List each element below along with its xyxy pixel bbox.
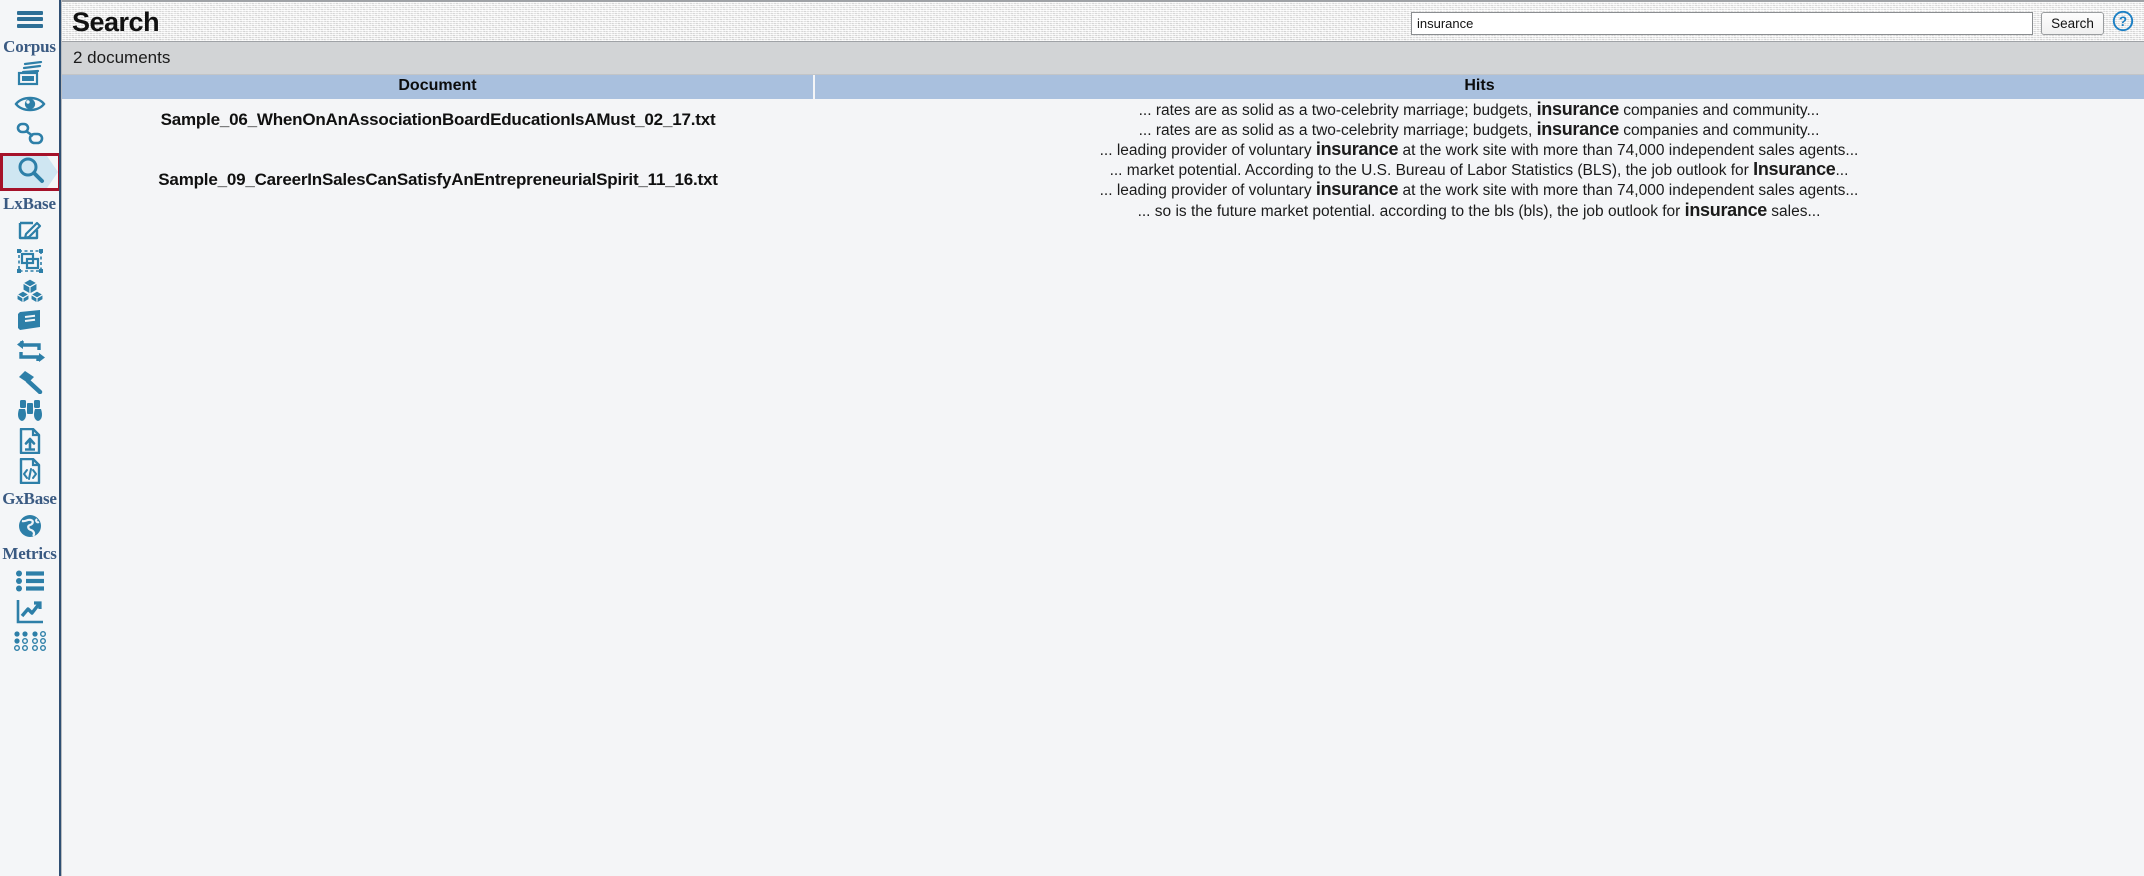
hit-term: insurance bbox=[1315, 138, 1399, 159]
refresh-sync-icon bbox=[15, 339, 45, 363]
link-chain-icon bbox=[15, 121, 45, 147]
sidebar-item-lxbase-explore[interactable] bbox=[0, 396, 59, 426]
column-header-hits[interactable]: Hits bbox=[814, 75, 2144, 100]
hit-snippet[interactable]: ... rates are as solid as a two-celebrit… bbox=[814, 98, 2144, 120]
hamburger-menu-button[interactable] bbox=[0, 0, 59, 34]
hit-snippet[interactable]: ... market potential. According to the U… bbox=[814, 160, 2144, 180]
list-bullets-icon bbox=[15, 570, 44, 592]
documents-stack-icon bbox=[15, 61, 45, 87]
table-row[interactable]: Sample_09_CareerInSalesCanSatisfyAnEntre… bbox=[62, 140, 2144, 221]
hammer-icon bbox=[16, 368, 44, 394]
hamburger-menu-icon bbox=[16, 23, 43, 28]
file-code-icon bbox=[18, 458, 42, 484]
hamburger-menu-icon bbox=[16, 10, 43, 15]
frames-select-icon bbox=[16, 248, 44, 274]
sidebar: Corpus LxBase GxBase Metrics bbox=[0, 0, 61, 876]
sidebar-item-lxbase-code[interactable] bbox=[0, 456, 59, 486]
hit-term: insurance bbox=[1536, 98, 1620, 119]
search-input[interactable] bbox=[1411, 11, 2033, 35]
book-icon bbox=[16, 309, 44, 333]
sidebar-item-corpus-documents[interactable] bbox=[0, 59, 59, 89]
sidebar-item-lxbase-frames[interactable] bbox=[0, 246, 59, 276]
search-area: Search ? bbox=[1411, 2, 2136, 44]
sidebar-item-metrics-list[interactable] bbox=[0, 566, 59, 596]
sidebar-item-lxbase-build[interactable] bbox=[0, 366, 59, 396]
sidebar-item-corpus-search[interactable] bbox=[0, 153, 59, 191]
hit-term: insurance bbox=[1315, 179, 1399, 200]
sidebar-item-lxbase-edit[interactable] bbox=[0, 216, 59, 246]
sidebar-item-lxbase-lexicon[interactable] bbox=[0, 306, 59, 336]
hit-term: insurance bbox=[1684, 199, 1768, 220]
eye-icon bbox=[13, 93, 46, 115]
table-row[interactable]: Sample_06_WhenOnAnAssociationBoardEducat… bbox=[62, 99, 2144, 140]
search-button[interactable]: Search bbox=[2041, 11, 2104, 35]
sidebar-item-lxbase-sync[interactable] bbox=[0, 336, 59, 366]
sidebar-group-label-metrics: Metrics bbox=[2, 544, 57, 563]
table-header-row: Document Hits bbox=[62, 75, 2144, 100]
hits-cell: ... leading provider of voluntary insura… bbox=[814, 140, 2144, 221]
column-header-document[interactable]: Document bbox=[62, 75, 815, 100]
results-table-body: Sample_06_WhenOnAnAssociationBoardEducat… bbox=[62, 99, 2144, 221]
cubes-icon bbox=[15, 278, 45, 304]
results-panel: Document Hits Sample_06_WhenOnAnAssociat… bbox=[62, 75, 2144, 221]
chart-trend-icon bbox=[16, 598, 44, 624]
question-circle-icon[interactable]: ? bbox=[2112, 10, 2134, 37]
hits-cell: ... rates are as solid as a two-celebrit… bbox=[814, 99, 2144, 140]
pencil-edit-icon bbox=[17, 219, 43, 243]
hamburger-menu-icon bbox=[16, 17, 43, 21]
globe-icon bbox=[17, 513, 43, 539]
hit-snippet[interactable]: ... leading provider of voluntary insura… bbox=[814, 180, 2144, 200]
document-count-text: 2 documents bbox=[73, 48, 171, 67]
sidebar-item-gxbase-globe[interactable] bbox=[0, 511, 59, 541]
application-window: Corpus LxBase GxBase Metrics Search insu… bbox=[0, 0, 2144, 876]
main-content: Search Search ? 2 documents bbox=[61, 0, 2144, 876]
sidebar-group-label-gxbase: GxBase bbox=[2, 489, 57, 508]
hit-snippet[interactable]: ... leading provider of voluntary insura… bbox=[814, 140, 2144, 160]
hit-term: Insurance bbox=[1753, 159, 1836, 180]
hit-snippet[interactable]: ... so is the future market potential. a… bbox=[814, 199, 2144, 221]
sidebar-item-lxbase-cubes[interactable] bbox=[0, 276, 59, 306]
sidebar-item-metrics-chart[interactable] bbox=[0, 596, 59, 626]
dots-matrix-icon bbox=[13, 631, 46, 651]
document-count-bar: 2 documents bbox=[62, 42, 2144, 75]
document-name-cell[interactable]: Sample_09_CareerInSalesCanSatisfyAnEntre… bbox=[62, 139, 814, 221]
document-name-cell[interactable]: Sample_06_WhenOnAnAssociationBoardEducat… bbox=[62, 99, 814, 140]
hit-snippet[interactable]: ... rates are as solid as a two-celebrit… bbox=[814, 120, 2144, 140]
sidebar-group-label-lxbase: LxBase bbox=[3, 194, 56, 213]
sidebar-item-corpus-links[interactable] bbox=[0, 119, 59, 149]
page-title: Search bbox=[72, 6, 160, 37]
file-upload-icon bbox=[18, 428, 42, 454]
results-table: Document Hits Sample_06_WhenOnAnAssociat… bbox=[62, 75, 2144, 221]
svg-text:?: ? bbox=[2119, 14, 2127, 29]
sidebar-item-metrics-matrix[interactable] bbox=[0, 626, 59, 656]
hit-term: insurance bbox=[1536, 118, 1620, 139]
sidebar-item-corpus-view[interactable] bbox=[0, 89, 59, 119]
top-bar: Search Search ? bbox=[62, 0, 2144, 42]
binoculars-icon bbox=[16, 398, 44, 424]
sidebar-group-label-corpus: Corpus bbox=[3, 37, 56, 56]
sidebar-item-lxbase-import[interactable] bbox=[0, 426, 59, 456]
